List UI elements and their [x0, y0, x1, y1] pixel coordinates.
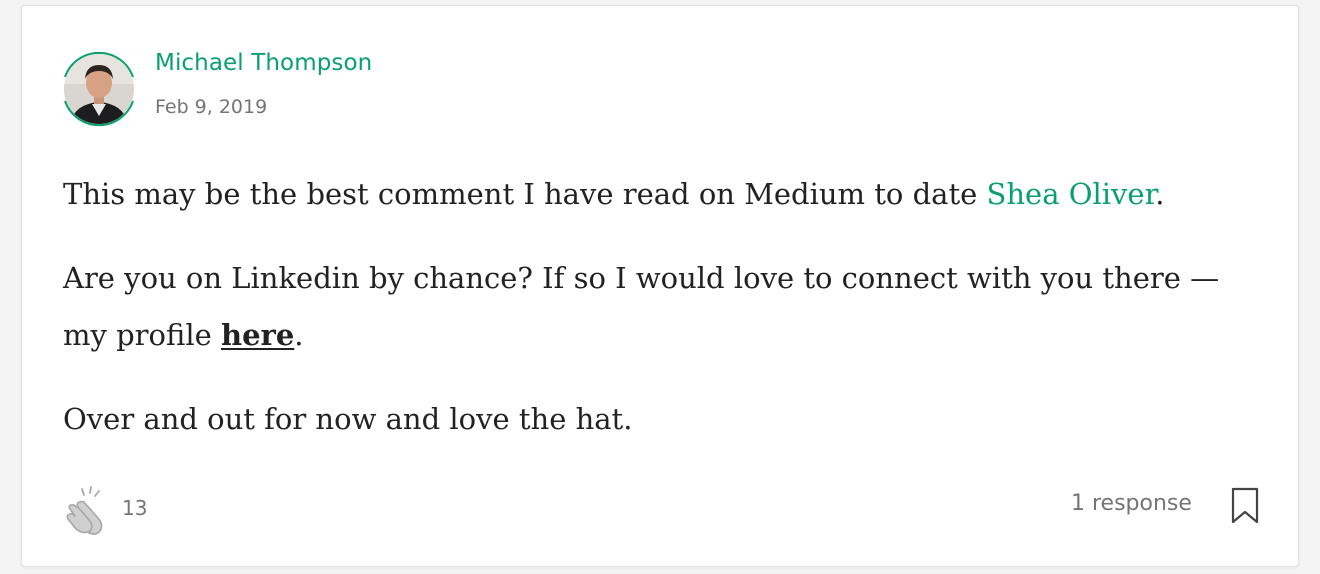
comment-paragraph: Over and out for now and love the hat.: [63, 391, 1243, 448]
clap-icon: [66, 486, 103, 535]
bookmark-button[interactable]: [1231, 487, 1259, 525]
clap-button[interactable]: [62, 483, 112, 537]
comment-text: .: [294, 318, 304, 352]
comment-text: Over and out for now and love the hat.: [63, 402, 633, 436]
comment-paragraph: Are you on Linkedin by chance? If so I w…: [63, 250, 1243, 364]
bookmark-icon: [1231, 487, 1259, 524]
avatar-photo: [64, 54, 134, 124]
profile-link[interactable]: here: [221, 318, 294, 352]
clap-count: 13: [122, 496, 148, 520]
comment-body: This may be the best comment I have read…: [63, 166, 1243, 448]
author-avatar[interactable]: [57, 47, 141, 131]
comment-text: .: [1155, 177, 1165, 211]
comment-paragraph: This may be the best comment I have read…: [63, 166, 1243, 223]
user-mention-link[interactable]: Shea Oliver: [987, 177, 1156, 211]
responses-link[interactable]: 1 response: [1071, 491, 1192, 516]
author-name[interactable]: Michael Thompson: [155, 50, 372, 76]
comment-card: Michael Thompson Feb 9, 2019 This may be…: [21, 5, 1299, 567]
post-date[interactable]: Feb 9, 2019: [155, 96, 267, 118]
comment-text: This may be the best comment I have read…: [63, 177, 987, 211]
